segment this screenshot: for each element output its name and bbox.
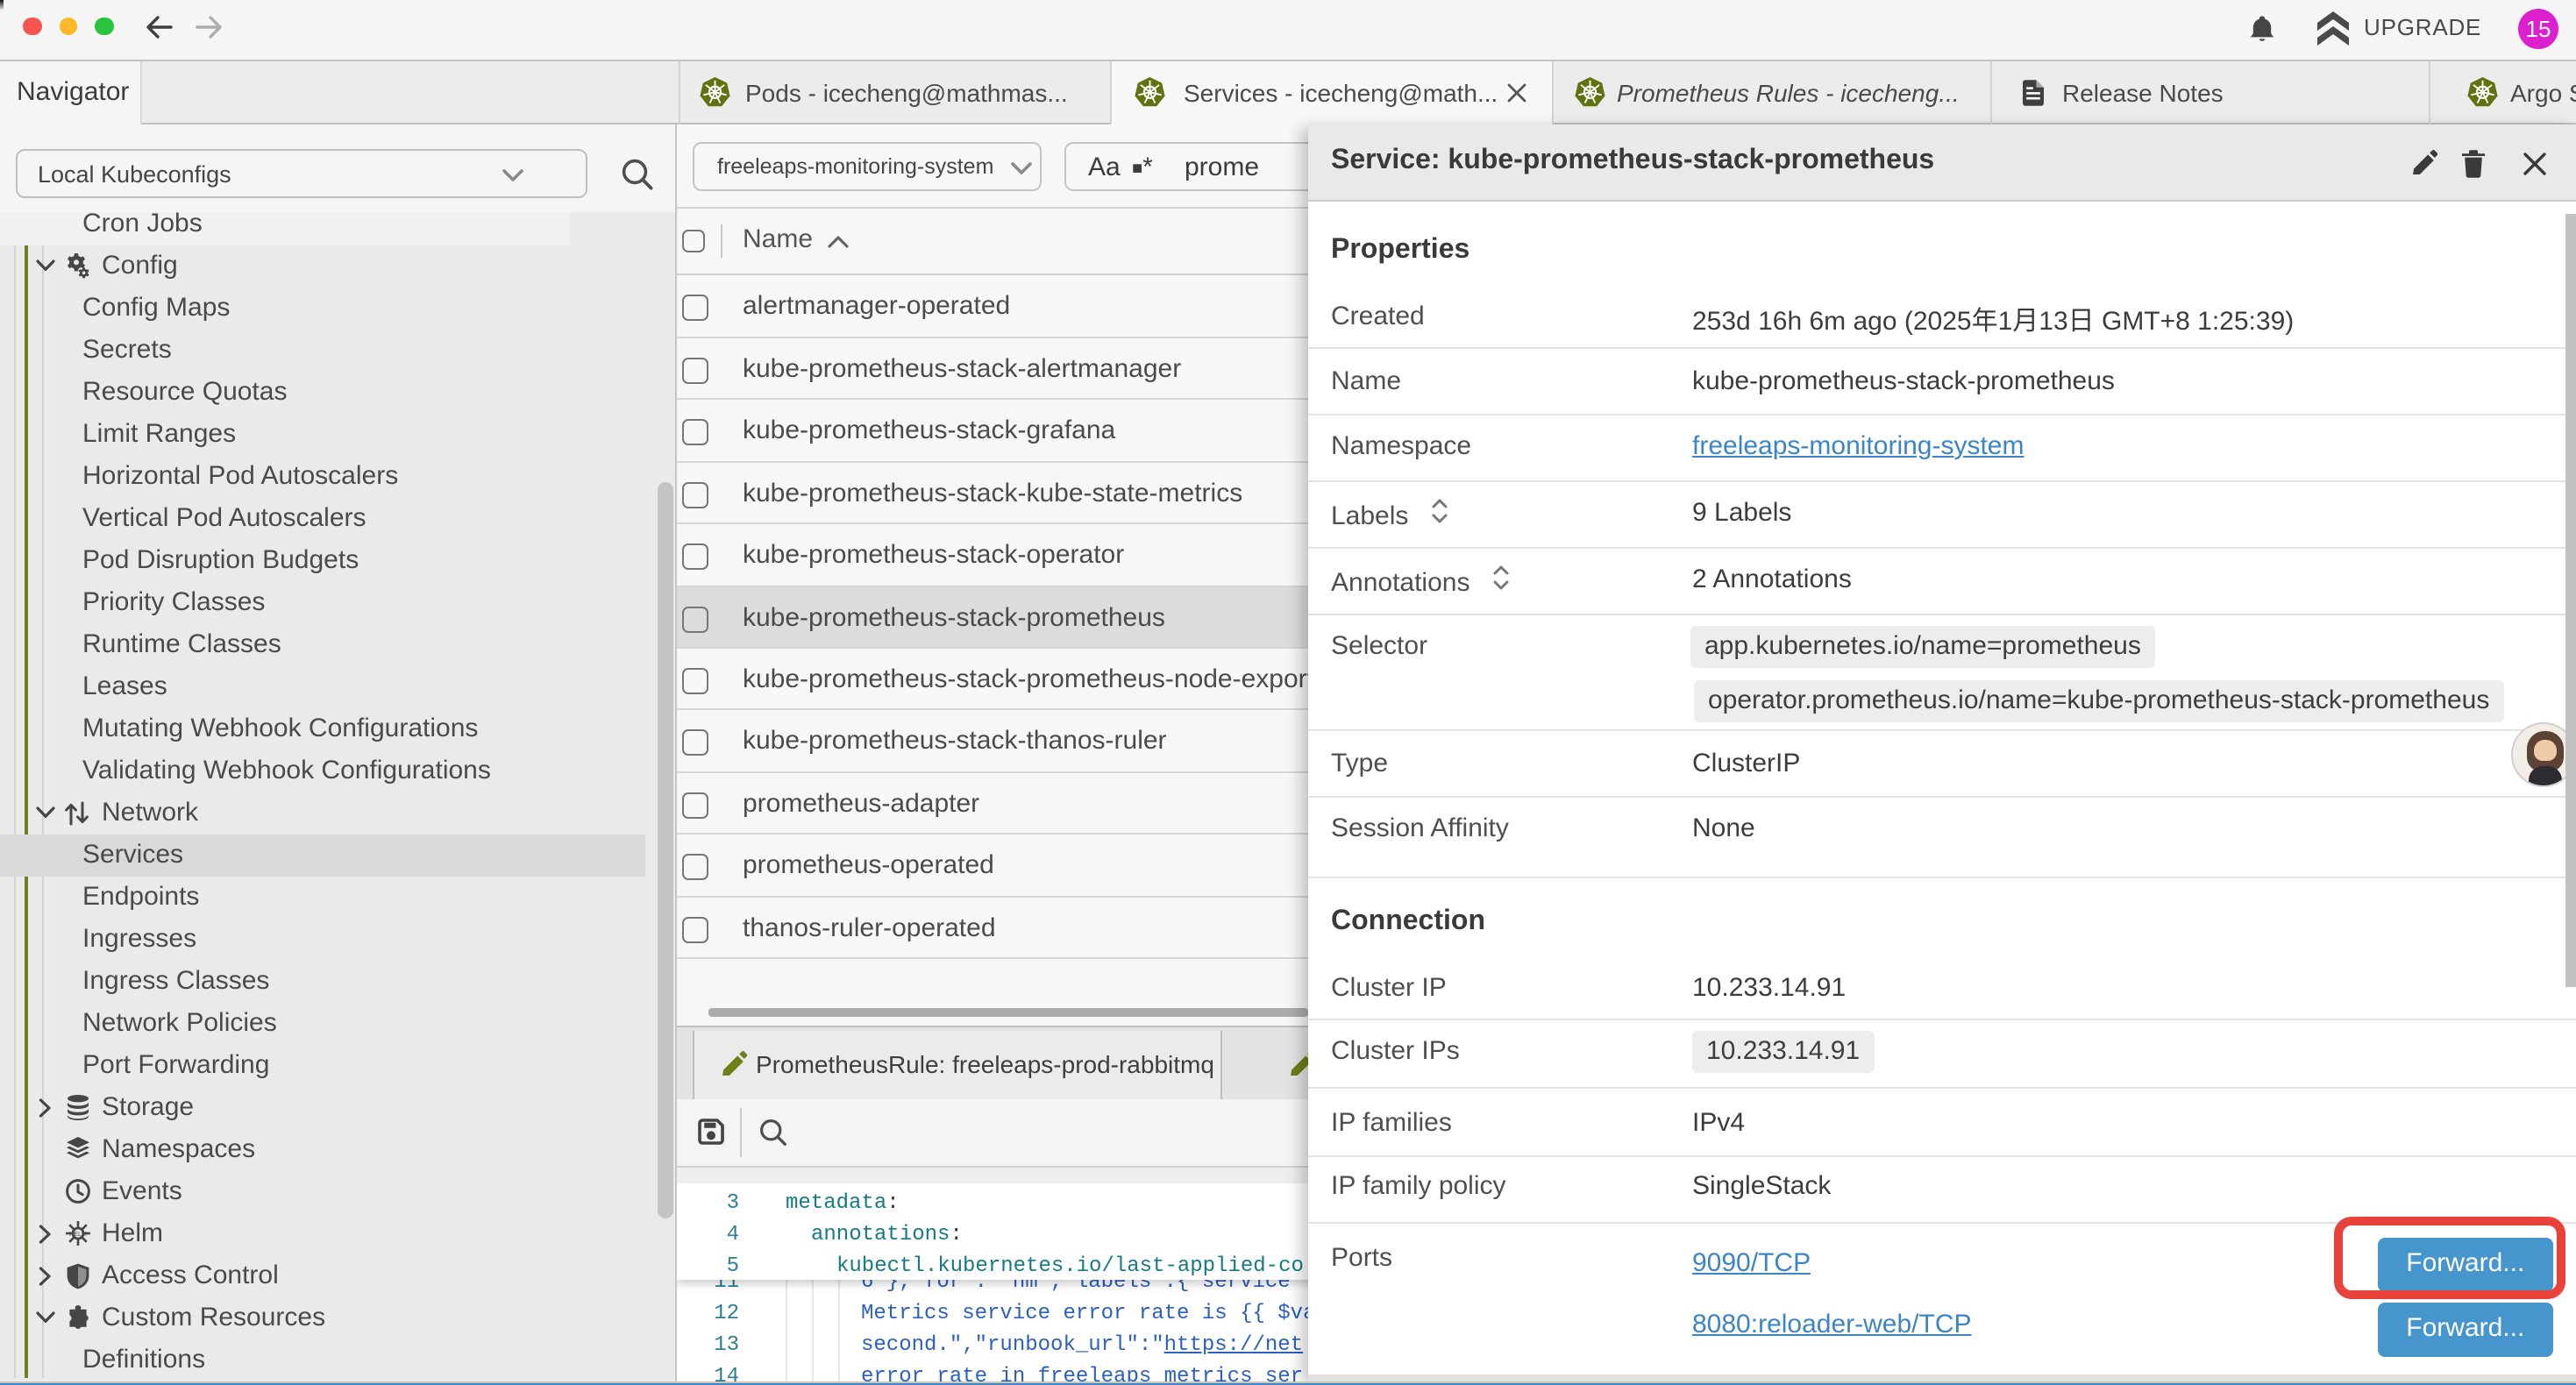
svg-text:HELM: HELM [69,1230,87,1238]
